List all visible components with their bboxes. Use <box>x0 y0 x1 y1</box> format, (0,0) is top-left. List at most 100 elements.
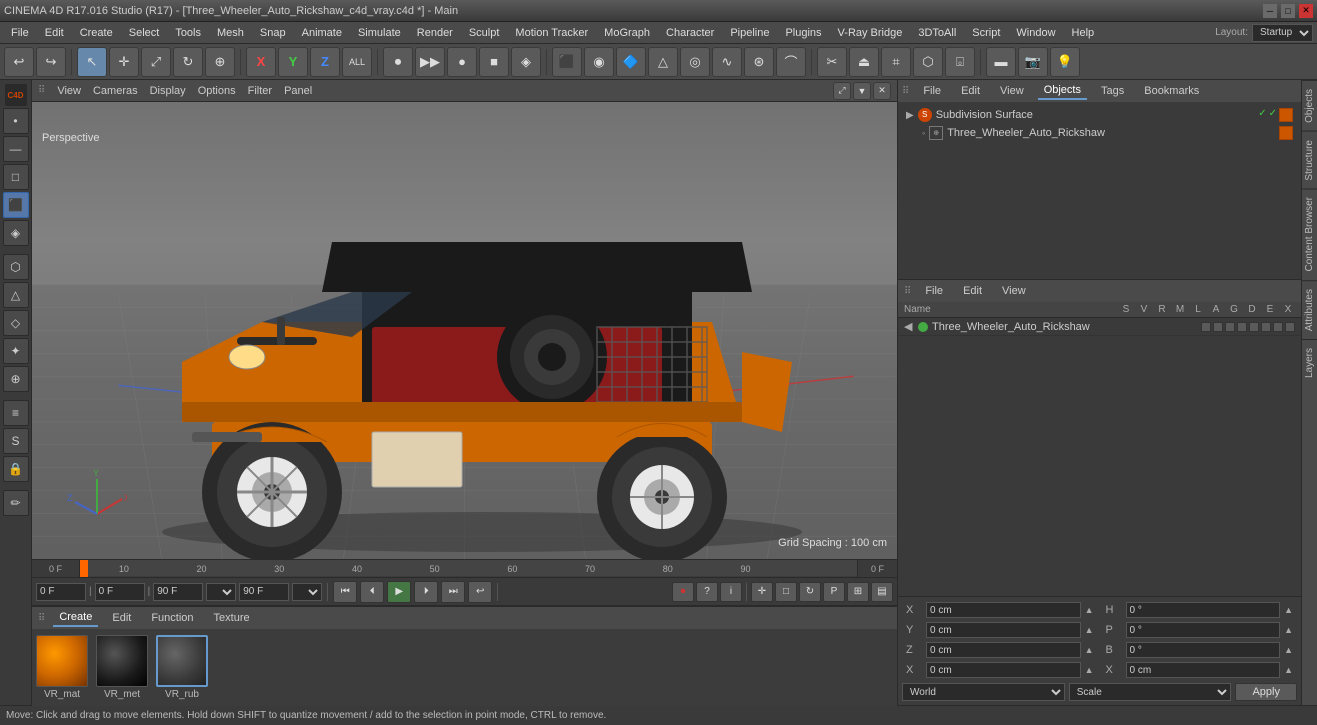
attrs-content[interactable]: ◀ Three_Wheeler_Auto_Rickshaw <box>898 318 1301 596</box>
right-tab-content-browser[interactable]: Content Browser <box>1302 188 1317 279</box>
left-obj-button[interactable]: ⬛ <box>3 192 29 218</box>
coord-y-pos-input[interactable] <box>926 622 1081 638</box>
floor-button[interactable]: ▬ <box>986 47 1016 77</box>
coord-x2-scale-input[interactable] <box>1126 662 1281 678</box>
coord-p-up[interactable]: ▲ <box>1284 625 1293 635</box>
extrude-button[interactable]: ⏏ <box>849 47 879 77</box>
mat-tab-edit[interactable]: Edit <box>106 610 137 626</box>
menu-plugins[interactable]: Plugins <box>778 25 828 41</box>
playback-min-frame[interactable] <box>153 583 203 601</box>
coord-x2-input[interactable] <box>926 662 1081 678</box>
menu-motion-tracker[interactable]: Motion Tracker <box>508 25 595 41</box>
tab-edit[interactable]: Edit <box>955 83 986 99</box>
menu-select[interactable]: Select <box>122 25 167 41</box>
left-edges-button[interactable]: — <box>3 136 29 162</box>
bridge-button[interactable]: ⌻ <box>945 47 975 77</box>
menu-create[interactable]: Create <box>73 25 120 41</box>
playback-fps-dropdown[interactable] <box>206 583 236 601</box>
menu-edit[interactable]: Edit <box>38 25 71 41</box>
menu-simulate[interactable]: Simulate <box>351 25 408 41</box>
menu-animate[interactable]: Animate <box>295 25 349 41</box>
right-tab-layers[interactable]: Layers <box>1302 339 1317 386</box>
mat-tab-create[interactable]: Create <box>53 609 98 627</box>
menu-tools[interactable]: Tools <box>168 25 208 41</box>
coord-x2s-up[interactable]: ▲ <box>1284 665 1293 675</box>
material-vr-mat[interactable]: VR_mat <box>36 635 88 700</box>
apply-button[interactable]: Apply <box>1235 683 1297 701</box>
cube-view-button[interactable]: ⬛ <box>552 47 582 77</box>
tab-objects[interactable]: Objects <box>1038 82 1087 100</box>
left-tool4-button[interactable]: ◇ <box>3 310 29 336</box>
coord-h-input[interactable] <box>1126 602 1281 618</box>
left-layer2-button[interactable]: S <box>3 428 29 454</box>
tab-file[interactable]: File <box>917 83 947 99</box>
left-tool3-button[interactable]: △ <box>3 282 29 308</box>
left-tool2-button[interactable]: ⬡ <box>3 254 29 280</box>
loop-sel-button[interactable]: ⬡ <box>913 47 943 77</box>
menu-snap[interactable]: Snap <box>253 25 293 41</box>
playback-start-frame[interactable] <box>36 583 86 601</box>
coord-x2-up[interactable]: ▲ <box>1085 665 1094 675</box>
left-tool1-button[interactable]: ◈ <box>3 220 29 246</box>
redo-button[interactable]: ↪ <box>36 47 66 77</box>
mat-tab-function[interactable]: Function <box>145 610 199 626</box>
coord-y-up[interactable]: ▲ <box>1085 625 1094 635</box>
next-frame-button[interactable]: ⏵ <box>414 581 438 603</box>
left-layer1-button[interactable]: ≡ <box>3 400 29 426</box>
knife-button[interactable]: ✂ <box>817 47 847 77</box>
metaball-button[interactable]: ⊛ <box>744 47 774 77</box>
playback-current-frame[interactable] <box>95 583 145 601</box>
prev-frame-button[interactable]: ⏴ <box>360 581 384 603</box>
left-paint-button[interactable]: ✏ <box>3 490 29 516</box>
left-points-button[interactable]: • <box>3 108 29 134</box>
select-tool-button[interactable]: ↖ <box>77 47 107 77</box>
coord-z-pos-input[interactable] <box>926 642 1081 658</box>
menu-script[interactable]: Script <box>965 25 1007 41</box>
left-snap-button[interactable]: 🔒 <box>3 456 29 482</box>
attrs-tab-edit[interactable]: Edit <box>957 283 988 299</box>
attr-three-wheeler-row[interactable]: ◀ Three_Wheeler_Auto_Rickshaw <box>898 318 1301 336</box>
coord-x-up[interactable]: ▲ <box>1085 605 1094 615</box>
playback-sel-icon[interactable]: □ <box>775 582 797 602</box>
light-button[interactable]: 💡 <box>1050 47 1080 77</box>
playback-rot-icon[interactable]: ↻ <box>799 582 821 602</box>
coord-x-pos-input[interactable] <box>926 602 1081 618</box>
viewport-canvas[interactable]: X Y Z Perspective Grid Spacing : 100 cm <box>32 102 897 559</box>
transform-tool-button[interactable]: ⊕ <box>205 47 235 77</box>
move-tool-button[interactable]: ✛ <box>109 47 139 77</box>
rotate-tool-button[interactable]: ↻ <box>173 47 203 77</box>
left-tool6-button[interactable]: ⊕ <box>3 366 29 392</box>
undo-button[interactable]: ↩ <box>4 47 34 77</box>
tab-view-objs[interactable]: View <box>994 83 1030 99</box>
coord-z-up[interactable]: ▲ <box>1085 645 1094 655</box>
attrs-tab-file[interactable]: File <box>919 283 949 299</box>
menu-3dtoall[interactable]: 3DToAll <box>911 25 963 41</box>
cone-view-button[interactable]: △ <box>648 47 678 77</box>
viewport-display-menu[interactable]: Display <box>150 85 186 97</box>
objects-content[interactable]: ▶ S Subdivision Surface ✓ ✓ ◦ ⊕ Three_ <box>898 102 1301 279</box>
all-axes-button[interactable]: ALL <box>342 47 372 77</box>
tab-tags[interactable]: Tags <box>1095 83 1130 99</box>
menu-render[interactable]: Render <box>410 25 460 41</box>
z-axis-button[interactable]: Z <box>310 47 340 77</box>
menu-character[interactable]: Character <box>659 25 721 41</box>
menu-vray[interactable]: V-Ray Bridge <box>831 25 910 41</box>
menu-help[interactable]: Help <box>1065 25 1102 41</box>
menu-pipeline[interactable]: Pipeline <box>723 25 776 41</box>
material-vr-rub[interactable]: VR_rub <box>156 635 208 700</box>
viewport-panel-menu[interactable]: Panel <box>284 85 312 97</box>
menu-window[interactable]: Window <box>1009 25 1062 41</box>
viewport-expand-button[interactable]: ⤢ <box>833 82 851 100</box>
playback-scale-icon[interactable]: P <box>823 582 845 602</box>
viewport-view-menu[interactable]: View <box>57 85 81 97</box>
viewport-cameras-menu[interactable]: Cameras <box>93 85 138 97</box>
minimize-button[interactable]: ─ <box>1263 4 1277 18</box>
material-vr-met[interactable]: VR_met <box>96 635 148 700</box>
menu-sculpt[interactable]: Sculpt <box>462 25 507 41</box>
menu-mograph[interactable]: MoGraph <box>597 25 657 41</box>
left-polys-button[interactable]: □ <box>3 164 29 190</box>
torus-view-button[interactable]: ◎ <box>680 47 710 77</box>
coord-scale-dropdown[interactable]: Scale <box>1069 683 1232 701</box>
right-tab-structure[interactable]: Structure <box>1302 131 1317 189</box>
viewport-down-button[interactable]: ▼ <box>853 82 871 100</box>
